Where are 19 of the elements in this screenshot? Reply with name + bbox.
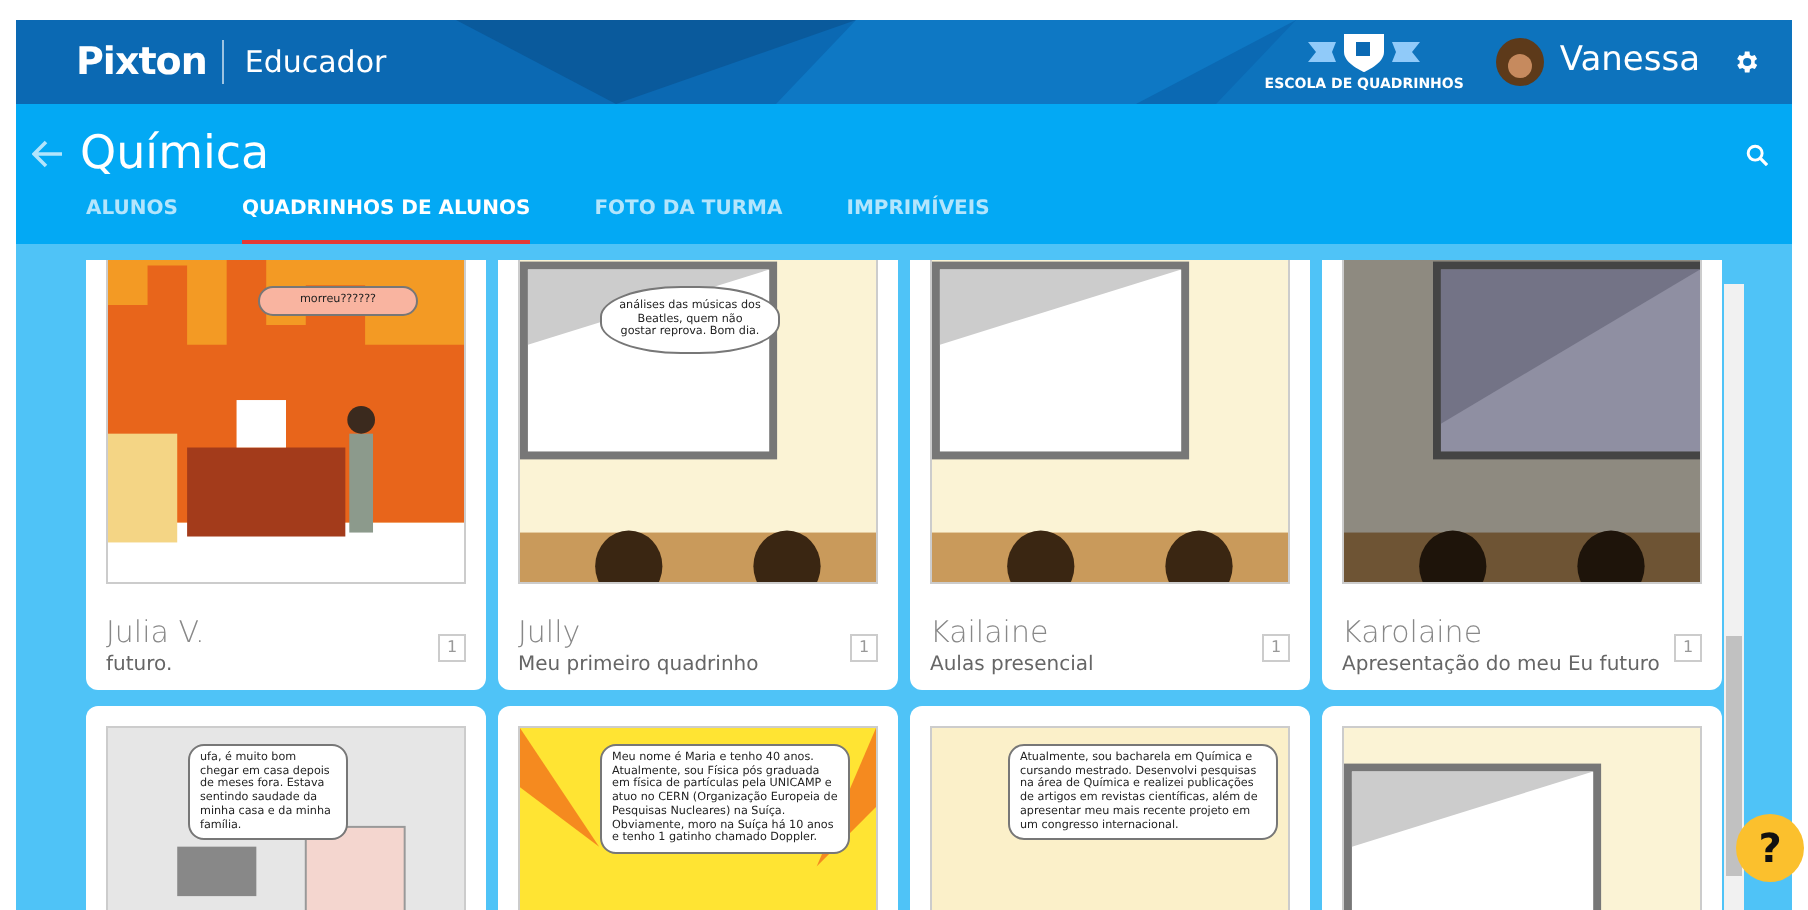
- student-name: Jully: [518, 616, 583, 649]
- comic-title: Meu primeiro quadrinho: [518, 651, 759, 679]
- user-name[interactable]: Vanessa: [1559, 36, 1700, 88]
- logo[interactable]: Pixton: [76, 33, 207, 91]
- panel-count: 1: [850, 633, 878, 662]
- comic-title: Aulas presencial: [930, 651, 1094, 679]
- product-name: Educador: [222, 39, 387, 85]
- student-name: Karolaine: [1342, 616, 1485, 649]
- panel-count: 1: [438, 633, 466, 662]
- comic-card[interactable]: Karolaine Apresentação do meu Eu futuro 1: [1322, 260, 1722, 690]
- student-name: Julia V.: [106, 616, 205, 649]
- student-name: Kailaine: [930, 616, 1051, 649]
- comic-card[interactable]: Kailaine Aulas presencial 1: [910, 260, 1310, 690]
- comic-title: futuro.: [106, 651, 175, 679]
- help-button[interactable]: ?: [1736, 814, 1804, 882]
- class-title: Química: [80, 126, 270, 184]
- panel-count: 1: [1674, 633, 1702, 662]
- comic-title: Apresentação do meu Eu futuro: [1342, 651, 1660, 679]
- panel-count: 1: [1262, 633, 1290, 662]
